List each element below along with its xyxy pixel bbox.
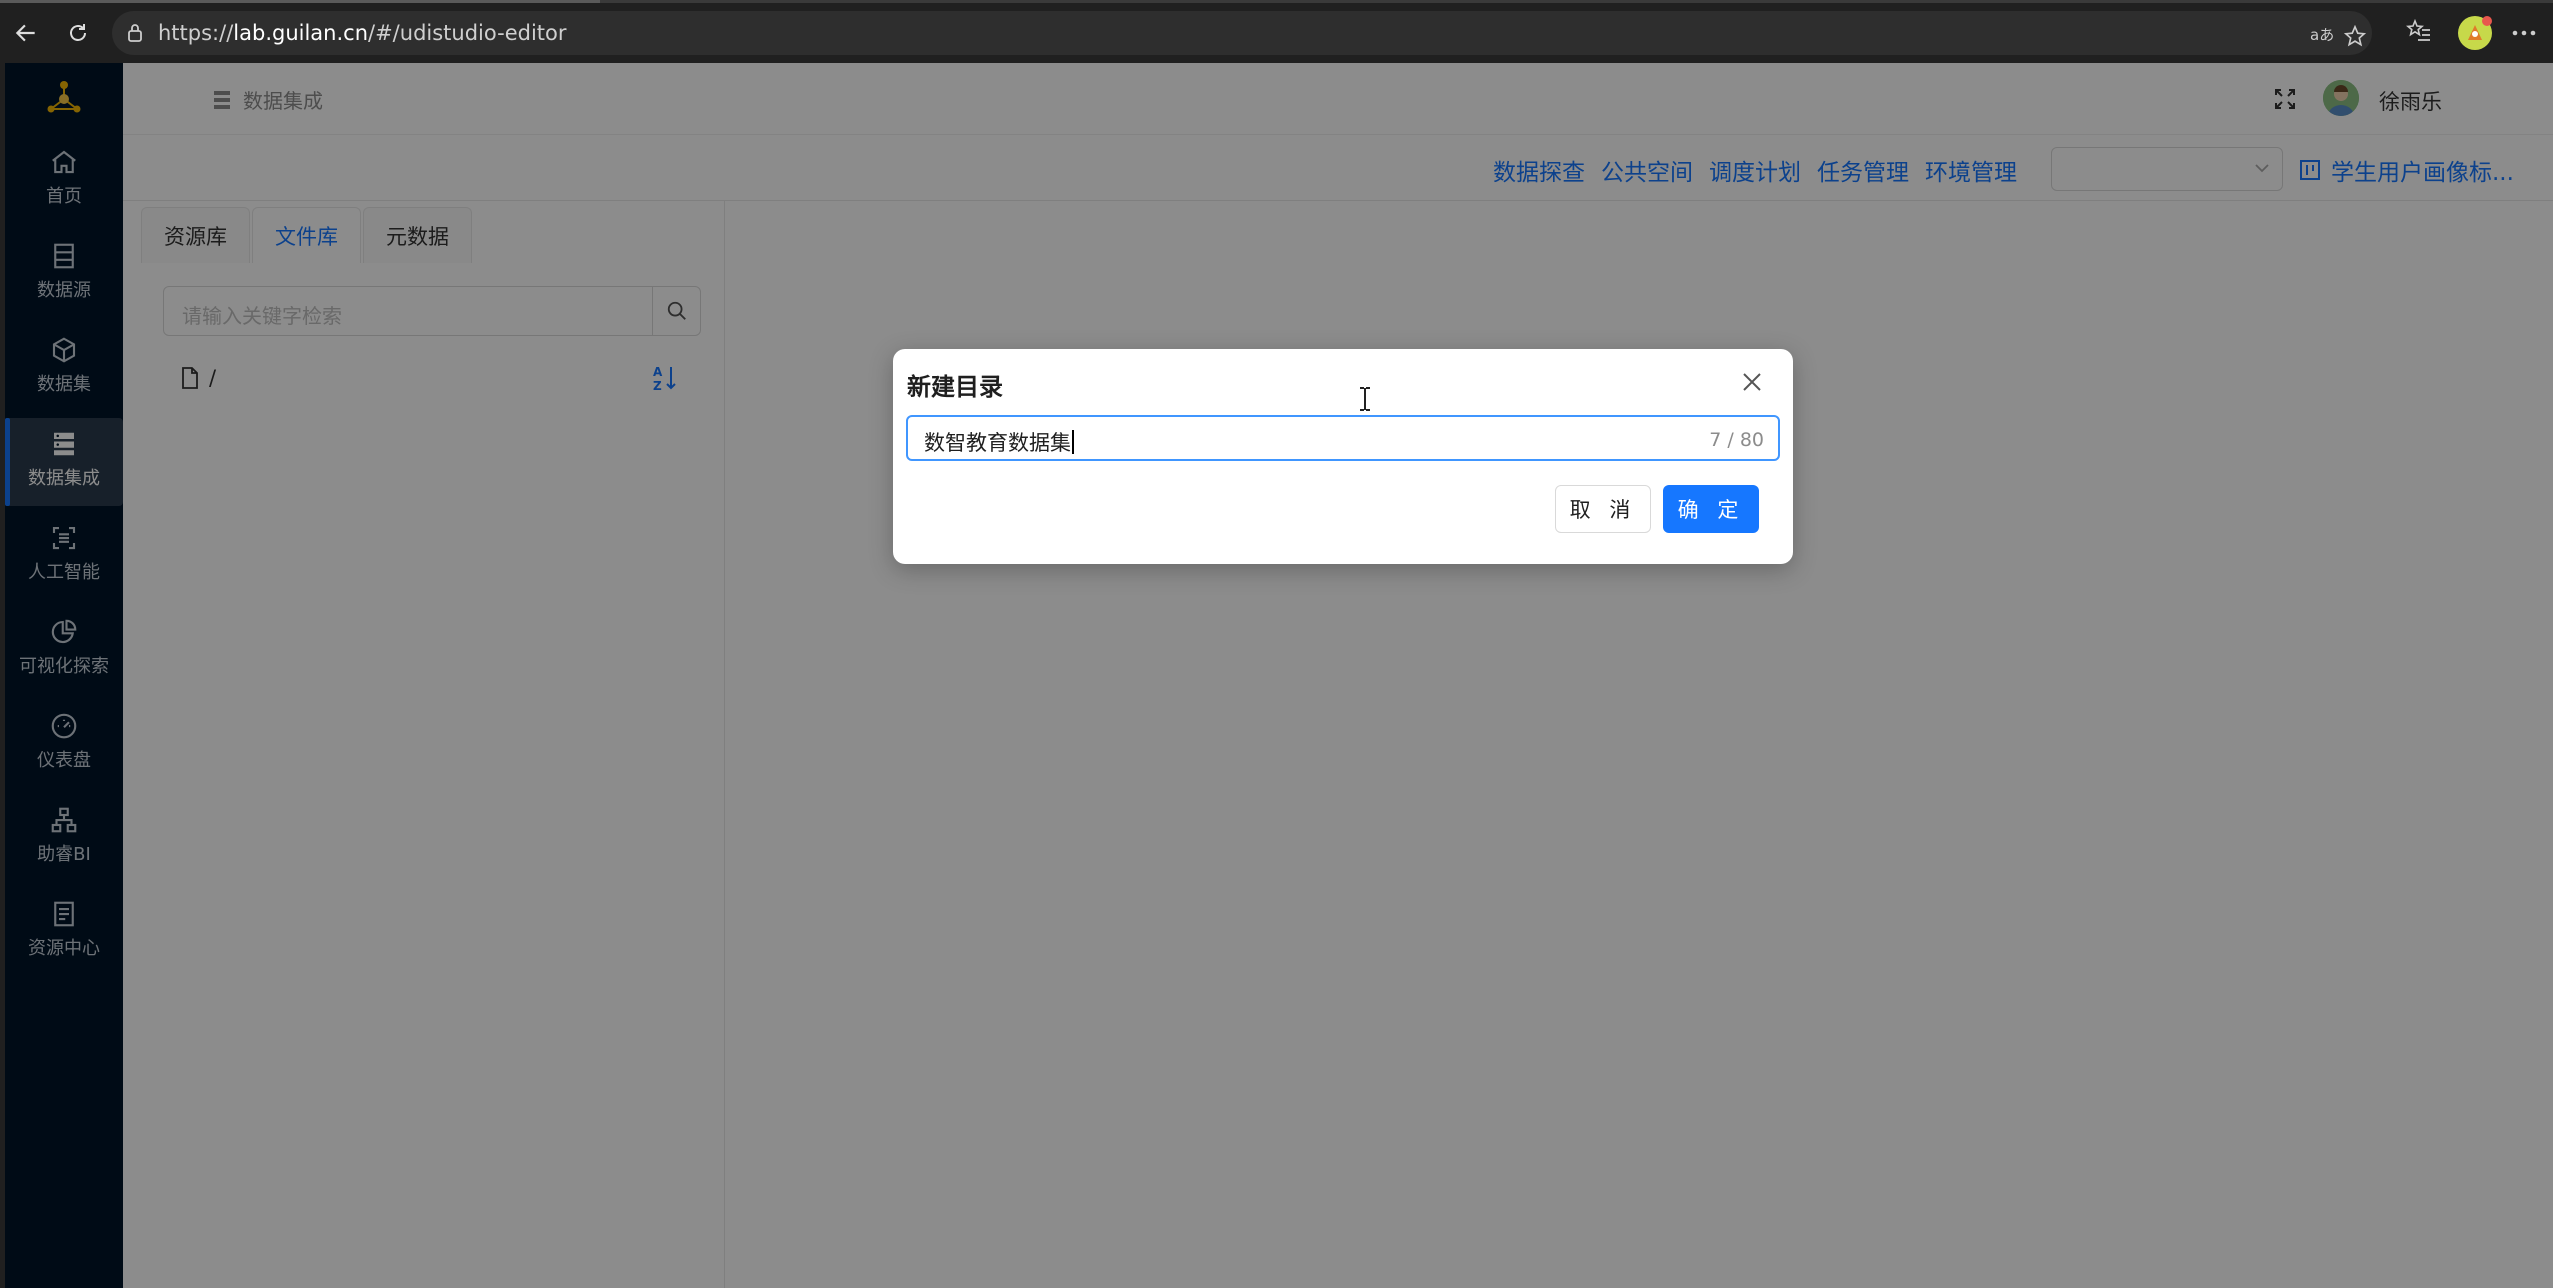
url-path: /#/udistudio-editor <box>368 21 567 45</box>
folder-name-input[interactable]: 数智教育数据集 7 / 80 <box>906 415 1780 461</box>
input-value: 数智教育数据集 <box>924 431 1071 455</box>
favorite-star-icon[interactable] <box>2344 25 2366 47</box>
new-folder-dialog: 新建目录 数智教育数据集 7 / 80 取 消 确 定 <box>893 349 1793 564</box>
browser-toolbar: https://lab.guilan.cn/#/udistudio-editor… <box>0 3 2553 63</box>
text-cursor-icon <box>1356 386 1374 412</box>
notification-dot <box>2482 16 2492 26</box>
modal-mask[interactable] <box>5 63 2553 1288</box>
url-scheme: https:// <box>158 21 234 45</box>
arrow-left-icon <box>15 24 35 42</box>
char-counter: 7 / 80 <box>1709 429 1764 451</box>
more-options-icon[interactable] <box>2512 30 2536 36</box>
dialog-title: 新建目录 <box>907 373 1003 401</box>
text-caret <box>1072 430 1074 454</box>
app-window: 首页 数据源 数据集 数据集成 人工智能 可视化探索 仪表盘 助睿BI 资源中心… <box>5 63 2553 1288</box>
translate-icon[interactable]: aあ <box>2310 25 2336 45</box>
reload-button[interactable] <box>62 17 94 49</box>
svg-text:aあ: aあ <box>2310 26 2334 44</box>
url-host: lab.guilan.cn <box>233 21 369 45</box>
address-bar[interactable]: https://lab.guilan.cn/#/udistudio-editor… <box>112 11 2372 55</box>
lock-icon[interactable] <box>126 23 144 43</box>
favorites-list-icon[interactable] <box>2406 18 2432 44</box>
input-value-wrap: 数智教育数据集 <box>924 427 1074 457</box>
cancel-button[interactable]: 取 消 <box>1555 485 1651 533</box>
close-icon[interactable] <box>1741 371 1763 393</box>
url-text[interactable]: https://lab.guilan.cn/#/udistudio-editor <box>158 21 567 45</box>
back-button[interactable] <box>10 17 42 49</box>
reload-icon <box>70 24 86 41</box>
ok-button[interactable]: 确 定 <box>1663 485 1759 533</box>
